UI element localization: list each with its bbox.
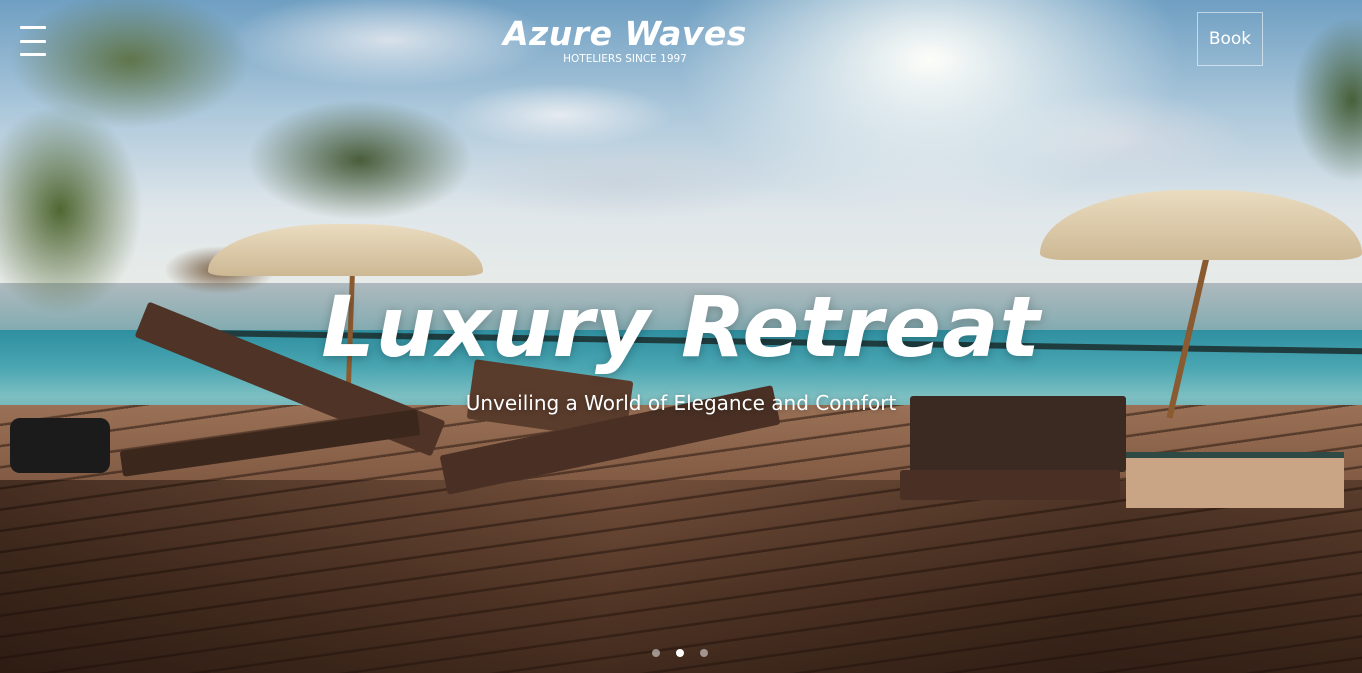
backpack xyxy=(10,418,110,473)
brand-logo[interactable]: Azure Waves HOTELIERS SINCE 1997 xyxy=(500,14,750,65)
deck-shadow xyxy=(0,480,1362,673)
sun-lounger xyxy=(900,470,1120,500)
hero-title: Luxury Retreat xyxy=(321,278,1041,376)
carousel-dot-2[interactable] xyxy=(676,649,684,657)
brand-tagline: HOTELIERS SINCE 1997 xyxy=(563,53,687,65)
top-navigation: Azure Waves HOTELIERS SINCE 1997 Book xyxy=(0,0,1362,80)
hamburger-menu-icon[interactable] xyxy=(20,26,50,56)
carousel-dot-3[interactable] xyxy=(700,649,708,657)
brand-name: Azure Waves xyxy=(503,14,747,53)
menu-line xyxy=(20,26,46,29)
hero-subtitle: Unveiling a World of Elegance and Comfor… xyxy=(465,391,897,415)
menu-line xyxy=(20,53,46,56)
side-table xyxy=(1126,452,1344,508)
carousel-dot-1[interactable] xyxy=(652,649,660,657)
carousel-indicators xyxy=(652,649,708,657)
menu-line xyxy=(20,39,46,43)
book-button[interactable]: Book xyxy=(1197,12,1263,66)
